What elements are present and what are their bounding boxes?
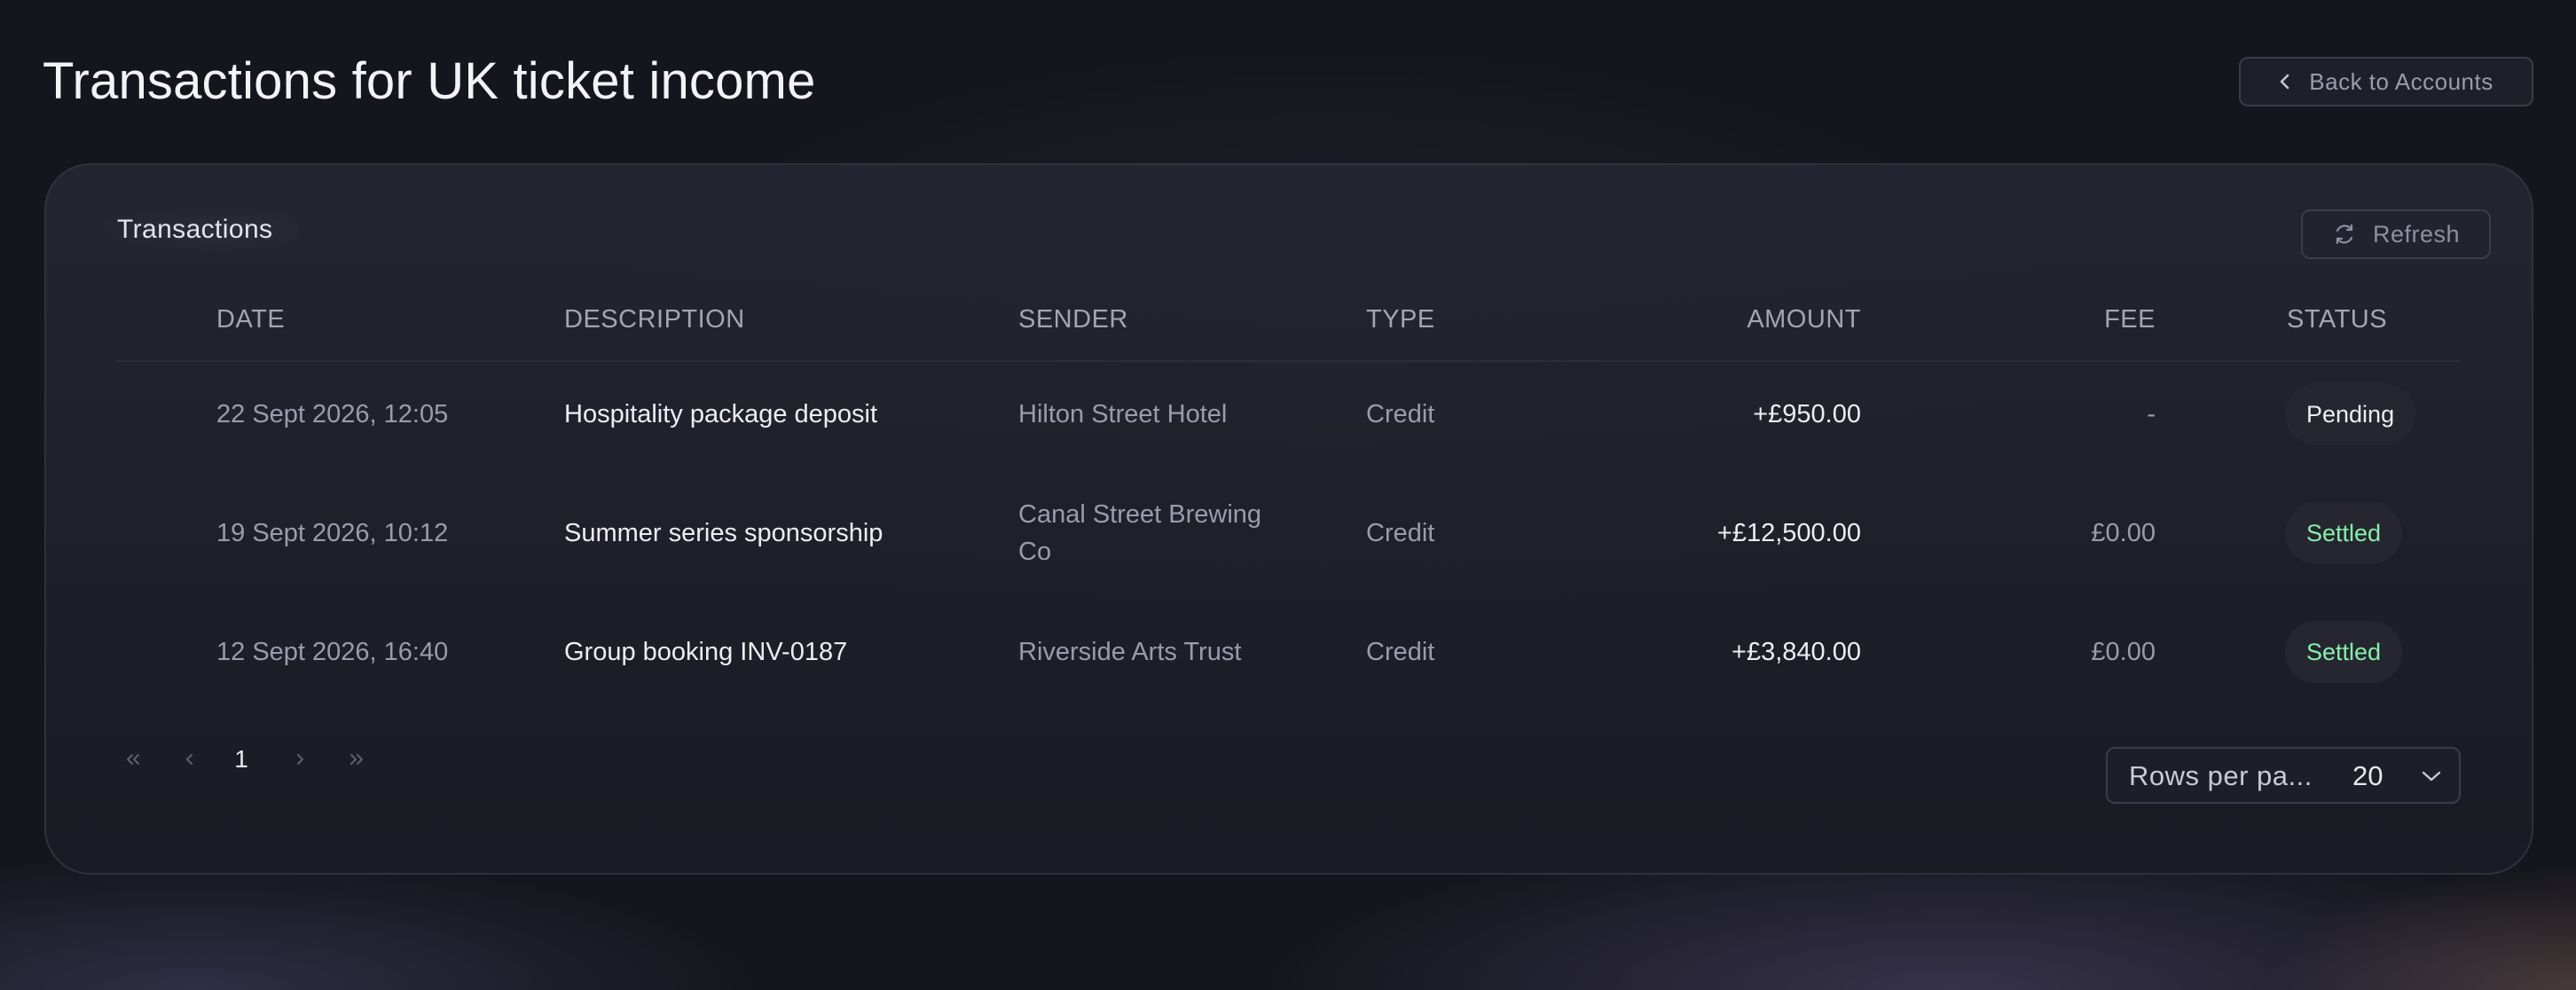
- status-badge: Pending: [2285, 383, 2416, 445]
- rows-per-page-label: Rows per pa...: [2129, 760, 2313, 791]
- chevron-down-icon: [2420, 768, 2443, 789]
- cell-date: 22 Sept 2026, 12:05: [216, 400, 449, 428]
- cell-type: Credit: [1366, 400, 1435, 428]
- cell-sender: Canal Street Brewing Co: [1018, 500, 1262, 566]
- header-fee[interactable]: FEE: [2104, 305, 2156, 334]
- cell-description: Summer series sponsorship: [564, 519, 884, 547]
- chevron-left-icon: [186, 754, 192, 765]
- cell-amount: +£12,500.00: [1716, 519, 1861, 547]
- cell-sender: Hilton Street Hotel: [1018, 400, 1228, 428]
- cell-fee: £0.00: [2091, 638, 2156, 666]
- header-sender[interactable]: SENDER: [1018, 305, 1128, 334]
- chevrons-left-icon: [127, 754, 139, 765]
- rows-per-page-value: 20: [2352, 760, 2384, 791]
- cell-description: Group booking INV-0187: [564, 638, 848, 666]
- cell-amount: +£3,840.00: [1732, 638, 1861, 666]
- status-badge: Settled: [2285, 502, 2403, 564]
- table-header: DATE DESCRIPTION SENDER TYPE AMOUNT FEE …: [115, 298, 2461, 362]
- table-row[interactable]: 22 Sept 2026, 12:05 Hospitality package …: [115, 378, 2461, 470]
- rows-per-page-select[interactable]: Rows per pa... 20: [2106, 747, 2461, 804]
- prev-page-button[interactable]: [172, 742, 208, 777]
- cell-fee: -: [2147, 400, 2156, 428]
- chevron-left-icon: [2279, 73, 2291, 90]
- cell-type: Credit: [1366, 638, 1435, 666]
- refresh-button[interactable]: Refresh: [2301, 209, 2491, 259]
- refresh-icon: [2332, 222, 2357, 247]
- header-status[interactable]: STATUS: [2287, 305, 2387, 334]
- chevron-right-icon: [297, 754, 303, 765]
- header-date[interactable]: DATE: [216, 305, 285, 334]
- refresh-label: Refresh: [2372, 220, 2461, 248]
- back-to-accounts-button[interactable]: Back to Accounts: [2239, 57, 2533, 106]
- cell-amount: +£950.00: [1753, 400, 1861, 428]
- last-page-button[interactable]: [339, 742, 374, 777]
- cell-date: 12 Sept 2026, 16:40: [216, 638, 449, 666]
- page-title: Transactions for UK ticket income: [43, 52, 816, 110]
- table-row[interactable]: 19 Sept 2026, 10:12 Summer series sponso…: [115, 497, 2461, 589]
- cell-sender: Riverside Arts Trust: [1018, 638, 1242, 666]
- page-number-current[interactable]: 1: [224, 742, 259, 777]
- table-row[interactable]: 12 Sept 2026, 16:40 Group booking INV-01…: [115, 616, 2461, 708]
- chevrons-right-icon: [350, 754, 363, 765]
- header-type[interactable]: TYPE: [1366, 305, 1435, 334]
- card-title: Transactions: [90, 206, 300, 254]
- status-badge: Settled: [2285, 621, 2403, 683]
- cell-description: Hospitality package deposit: [564, 400, 878, 428]
- transactions-card: Transactions Refresh DATE DESCRIPTION SE…: [44, 163, 2533, 875]
- cell-date: 19 Sept 2026, 10:12: [216, 519, 449, 547]
- back-to-accounts-label: Back to Accounts: [2309, 67, 2494, 95]
- next-page-button[interactable]: [282, 742, 318, 777]
- header-amount[interactable]: AMOUNT: [1747, 305, 1861, 334]
- cell-type: Credit: [1366, 519, 1435, 547]
- header-description[interactable]: DESCRIPTION: [564, 305, 745, 334]
- first-page-button[interactable]: [115, 742, 151, 777]
- cell-fee: £0.00: [2091, 519, 2156, 547]
